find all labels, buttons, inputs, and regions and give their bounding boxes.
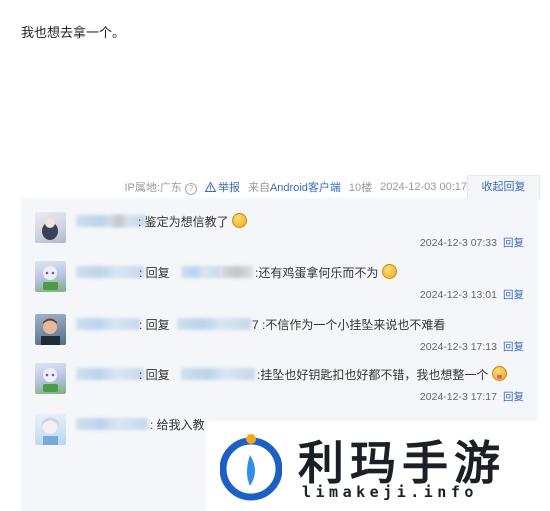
collapse-replies-button[interactable]: 收起回复 <box>467 175 540 199</box>
list-item: : 回复 7 :不信作为一个小挂坠来说也不难看 2024-12-3 17:13 回… <box>21 312 538 362</box>
reply-button[interactable]: 回复 <box>503 237 524 249</box>
reply-prefix: : 回复 <box>139 318 170 332</box>
reply-text: :还有鸡蛋拿何乐而不为 <box>255 264 397 281</box>
list-item: : 回复 :挂坠也好钥匙扣也好都不错，我也想整一个 2024-12-3 17:1… <box>21 362 538 412</box>
tongue-emoji-icon <box>491 366 507 381</box>
list-item: : 回复 :还有鸡蛋拿何乐而不为 2024-12-3 13:01 回复 <box>21 260 538 312</box>
username-masked[interactable] <box>177 318 251 330</box>
avatar[interactable] <box>35 314 66 345</box>
reply-button[interactable]: 回复 <box>503 391 524 403</box>
avatar[interactable] <box>35 363 66 394</box>
username-masked[interactable] <box>181 266 221 278</box>
ip-location: IP属地:广东 ? <box>124 179 197 195</box>
reply-button[interactable]: 回复 <box>503 289 524 301</box>
username-masked[interactable] <box>76 418 148 430</box>
reply-prefix: : 回复 <box>139 266 170 280</box>
question-circle-icon[interactable]: ? <box>184 183 197 195</box>
reply-button[interactable]: 回复 <box>503 341 524 353</box>
floor-number: 10楼 <box>348 182 373 194</box>
reply-text: : 给我入教 <box>150 418 205 432</box>
username-masked[interactable] <box>76 266 144 278</box>
reply-time: 2024-12-3 17:17 回复 <box>419 391 524 403</box>
post-source: 来自Android客户端 <box>247 182 341 194</box>
smile-emoji-icon <box>381 264 397 279</box>
reply-time: 2024-12-3 13:01 回复 <box>419 289 524 301</box>
reply-text: 7 :不信作为一个小挂坠来说也不难看 <box>252 318 446 332</box>
avatar[interactable] <box>35 212 66 243</box>
watermark-logo-icon <box>220 434 282 501</box>
avatar[interactable] <box>35 261 66 292</box>
post-datetime: 2024-12-03 00:17 <box>380 181 467 193</box>
reply-text: :挂坠也好钥匙扣也好都不错，我也想整一个 <box>257 366 507 383</box>
username-masked <box>111 215 127 227</box>
reply-prefix: : 回复 <box>139 368 170 382</box>
username-masked[interactable] <box>76 368 144 380</box>
watermark-url: limakeji.info <box>302 483 478 501</box>
avatar[interactable] <box>35 414 66 445</box>
list-item: : 鉴定为想信教了 2024-12-3 07:33 回复 <box>21 210 538 260</box>
reply-time: 2024-12-3 07:33 回复 <box>419 237 524 249</box>
post-meta-bar: IP属地:广东 ? 举报 来自Android客户端 10楼 2024-12-03… <box>0 177 467 197</box>
watermark: 利玛手游 limakeji.info <box>206 421 550 511</box>
grin-emoji-icon <box>232 213 248 228</box>
post-content: 我也想去拿一个。 <box>21 25 126 40</box>
reply-text: : 鉴定为想信教了 <box>138 213 248 230</box>
report-link[interactable]: 举报 <box>204 179 240 195</box>
reply-time: 2024-12-3 17:13 回复 <box>419 341 524 353</box>
warning-icon <box>204 182 216 192</box>
username-masked[interactable] <box>181 368 255 380</box>
username-masked[interactable] <box>76 318 140 330</box>
android-client-link[interactable]: Android客户端 <box>270 182 341 194</box>
username-masked <box>221 266 253 278</box>
